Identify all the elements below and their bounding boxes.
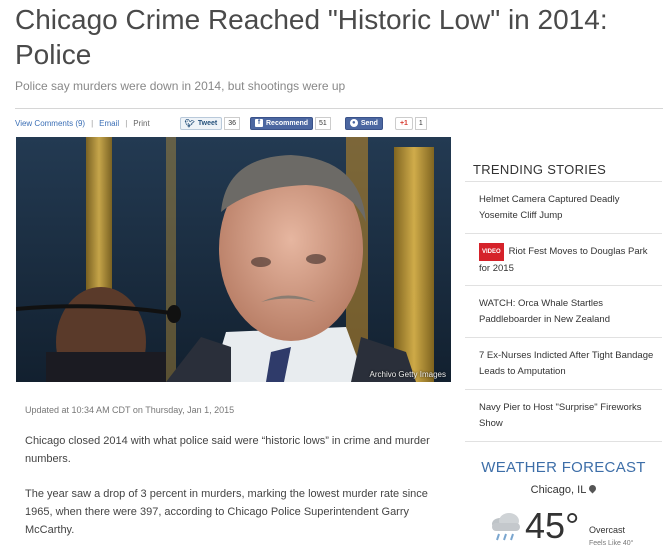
weather-location[interactable]: Chicago, IL bbox=[465, 483, 662, 496]
tweet-button[interactable]: 🐦︎ Tweet bbox=[179, 116, 223, 130]
article-hero-photo[interactable]: Archivo Getty Images bbox=[16, 137, 451, 382]
weather-city: Chicago, IL bbox=[530, 484, 587, 496]
trending-story[interactable]: 7 Ex-Nurses Indicted After Tight Bandage… bbox=[465, 338, 662, 390]
updated-timestamp: Updated at 10:34 AM CDT on Thursday, Jan… bbox=[25, 405, 235, 415]
trending-story[interactable]: VIDEO Riot Fest Moves to Douglas Park for… bbox=[465, 234, 662, 286]
weather-condition: Overcast bbox=[589, 525, 626, 535]
trending-story-title[interactable]: 7 Ex-Nurses Indicted After Tight Bandage… bbox=[479, 348, 656, 380]
trending-story-title[interactable]: Helmet Camera Captured Deadly Yosemite C… bbox=[479, 192, 656, 224]
article-headline: Chicago Crime Reached "Historic Low" in … bbox=[15, 4, 608, 70]
article-paragraph: Chicago closed 2014 with what police sai… bbox=[25, 435, 430, 465]
toolbar-separator: | bbox=[91, 118, 94, 128]
google-plus-button[interactable]: +1 bbox=[394, 116, 413, 130]
article-paragraph: The year saw a drop of 3 percent in murd… bbox=[25, 488, 428, 536]
article-subhead: Police say murders were down in 2014, bu… bbox=[15, 79, 346, 93]
gplus-label: +1 bbox=[399, 119, 408, 127]
trending-title: TRENDING STORIES bbox=[465, 156, 662, 182]
police-superintendent-photo: Archivo Getty Images bbox=[16, 137, 451, 382]
header-divider bbox=[15, 108, 663, 109]
weather-feels-like: Feels Like 40° bbox=[589, 540, 634, 547]
tweet-count: 36 bbox=[224, 116, 240, 130]
recommend-count: 51 bbox=[315, 116, 331, 130]
trending-sidebar: TRENDING STORIES Helmet Camera Captured … bbox=[465, 156, 662, 442]
share-toolbar: View Comments (9) | Email | Print 🐦︎ Twe… bbox=[15, 116, 427, 130]
facebook-icon: f bbox=[255, 119, 263, 127]
facebook-recommend-button[interactable]: f Recommend bbox=[250, 116, 314, 130]
photo-credit: Archivo Getty Images bbox=[370, 370, 446, 379]
trending-story-title-wrap[interactable]: VIDEO Riot Fest Moves to Douglas Park for… bbox=[479, 242, 656, 277]
messenger-icon: ● bbox=[349, 119, 358, 127]
trending-story-title[interactable]: WATCH: Orca Whale Startles Paddleboarder… bbox=[479, 296, 656, 328]
trending-story[interactable]: Helmet Camera Captured Deadly Yosemite C… bbox=[465, 182, 662, 234]
gplus-count: 1 bbox=[414, 116, 427, 130]
email-link[interactable]: Email bbox=[99, 119, 119, 128]
twitter-bird-icon: 🐦︎ bbox=[184, 118, 195, 128]
toolbar-separator: | bbox=[125, 118, 128, 128]
cloud-rain-icon bbox=[492, 513, 520, 541]
video-badge: VIDEO bbox=[479, 242, 504, 261]
location-pin-icon bbox=[587, 483, 598, 494]
trending-story[interactable]: Navy Pier to Host "Surprise" Fireworks S… bbox=[465, 390, 662, 442]
trending-story-title[interactable]: Riot Fest Moves to Douglas Park for 2015 bbox=[479, 246, 648, 274]
print-link[interactable]: Print bbox=[133, 119, 149, 128]
tweet-label: Tweet bbox=[197, 119, 218, 127]
trending-story[interactable]: WATCH: Orca Whale Startles Paddleboarder… bbox=[465, 286, 662, 338]
weather-temperature: 45° bbox=[525, 505, 580, 546]
view-comments-link[interactable]: View Comments (9) bbox=[15, 119, 85, 128]
messenger-send-button[interactable]: ● Send bbox=[344, 116, 383, 130]
trending-story-title[interactable]: Navy Pier to Host "Surprise" Fireworks S… bbox=[479, 400, 656, 432]
weather-title: WEATHER FORECAST bbox=[481, 459, 646, 476]
send-label: Send bbox=[360, 119, 378, 127]
recommend-label: Recommend bbox=[266, 119, 309, 127]
